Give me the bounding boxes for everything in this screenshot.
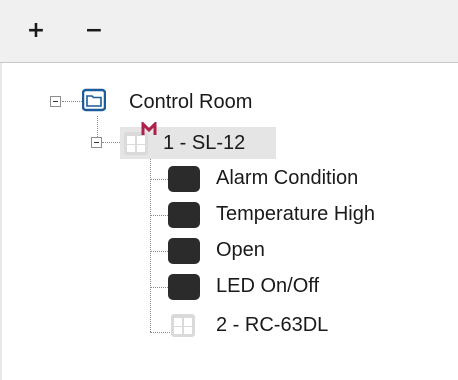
add-button[interactable]: + — [20, 14, 52, 48]
tree-connector — [97, 116, 98, 137]
module-badge-icon — [141, 122, 157, 135]
input-icon — [168, 202, 200, 228]
remove-button[interactable]: − — [78, 14, 110, 48]
folder-icon — [82, 88, 106, 112]
child-node-label[interactable]: Alarm Condition — [216, 165, 358, 191]
tree-connector — [150, 287, 168, 288]
tree-connector — [150, 215, 168, 216]
tree-connector — [150, 159, 151, 332]
child-node-label[interactable]: LED On/Off — [216, 273, 319, 299]
child-node-label[interactable]: Temperature High — [216, 201, 375, 227]
input-icon — [168, 166, 200, 192]
child-node-label[interactable]: Open — [216, 237, 265, 263]
input-icon — [168, 274, 200, 300]
tree-connector — [150, 332, 170, 333]
tree-connector — [150, 251, 168, 252]
root-collapse-toggle[interactable] — [50, 96, 61, 107]
tree-window: + − Control Room 1 - SL-12 Alarm Conditi… — [0, 0, 458, 380]
device-collapse-toggle[interactable] — [91, 137, 102, 148]
root-node-label[interactable]: Control Room — [129, 89, 252, 115]
toolbar: + − — [0, 0, 458, 63]
tree-connector — [150, 179, 168, 180]
device-tree[interactable]: Control Room 1 - SL-12 Alarm Condition T… — [0, 63, 458, 380]
device-node-label[interactable]: 1 - SL-12 — [163, 130, 245, 156]
input-icon — [168, 238, 200, 264]
sibling-node-label[interactable]: 2 - RC-63DL — [216, 312, 328, 338]
tree-connector — [62, 101, 82, 102]
device-grid-icon — [171, 314, 195, 337]
tree-connector — [102, 142, 122, 143]
